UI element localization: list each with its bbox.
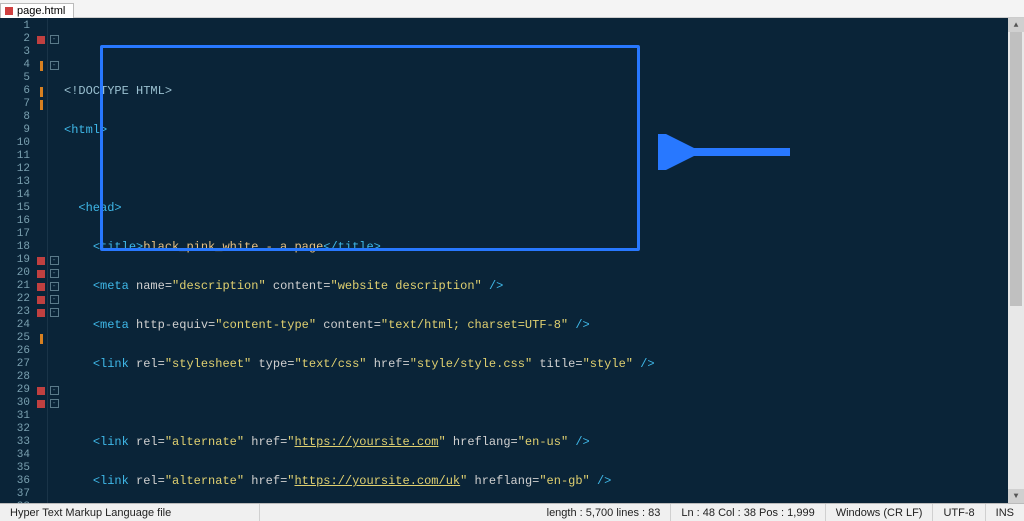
gutter: 1234567891011121314151617181920212223242… xyxy=(0,18,60,503)
status-length: length : 5,700 lines : 83 xyxy=(537,504,672,521)
scroll-down-icon[interactable]: ▼ xyxy=(1008,489,1024,503)
status-encoding: UTF-8 xyxy=(933,504,985,521)
doctype: <!DOCTYPE HTML> xyxy=(64,84,172,98)
status-eol: Windows (CR LF) xyxy=(826,504,934,521)
fold-column: ---------- xyxy=(48,18,60,503)
editor-area[interactable]: 1234567891011121314151617181920212223242… xyxy=(0,18,1024,503)
scroll-up-icon[interactable]: ▲ xyxy=(1008,18,1024,32)
status-file-type: Hyper Text Markup Language file xyxy=(0,504,260,521)
status-position: Ln : 48 Col : 38 Pos : 1,999 xyxy=(671,504,825,521)
close-tab-icon[interactable] xyxy=(5,7,13,15)
tab-bar: page.html xyxy=(0,0,1024,18)
status-insert-mode: INS xyxy=(986,504,1024,521)
vertical-scrollbar[interactable]: ▲ ▼ xyxy=(1008,18,1024,503)
status-bar: Hyper Text Markup Language file length :… xyxy=(0,503,1024,521)
file-tab[interactable]: page.html xyxy=(0,3,74,18)
tab-label: page.html xyxy=(17,5,65,17)
line-numbers: 1234567891011121314151617181920212223242… xyxy=(0,18,34,503)
code-content[interactable]: <!DOCTYPE HTML> <html> <head> <title>bla… xyxy=(60,18,1024,503)
scroll-track[interactable] xyxy=(1008,32,1024,489)
change-markers xyxy=(34,18,48,503)
scroll-thumb[interactable] xyxy=(1010,32,1022,306)
highlight-box xyxy=(100,45,640,251)
